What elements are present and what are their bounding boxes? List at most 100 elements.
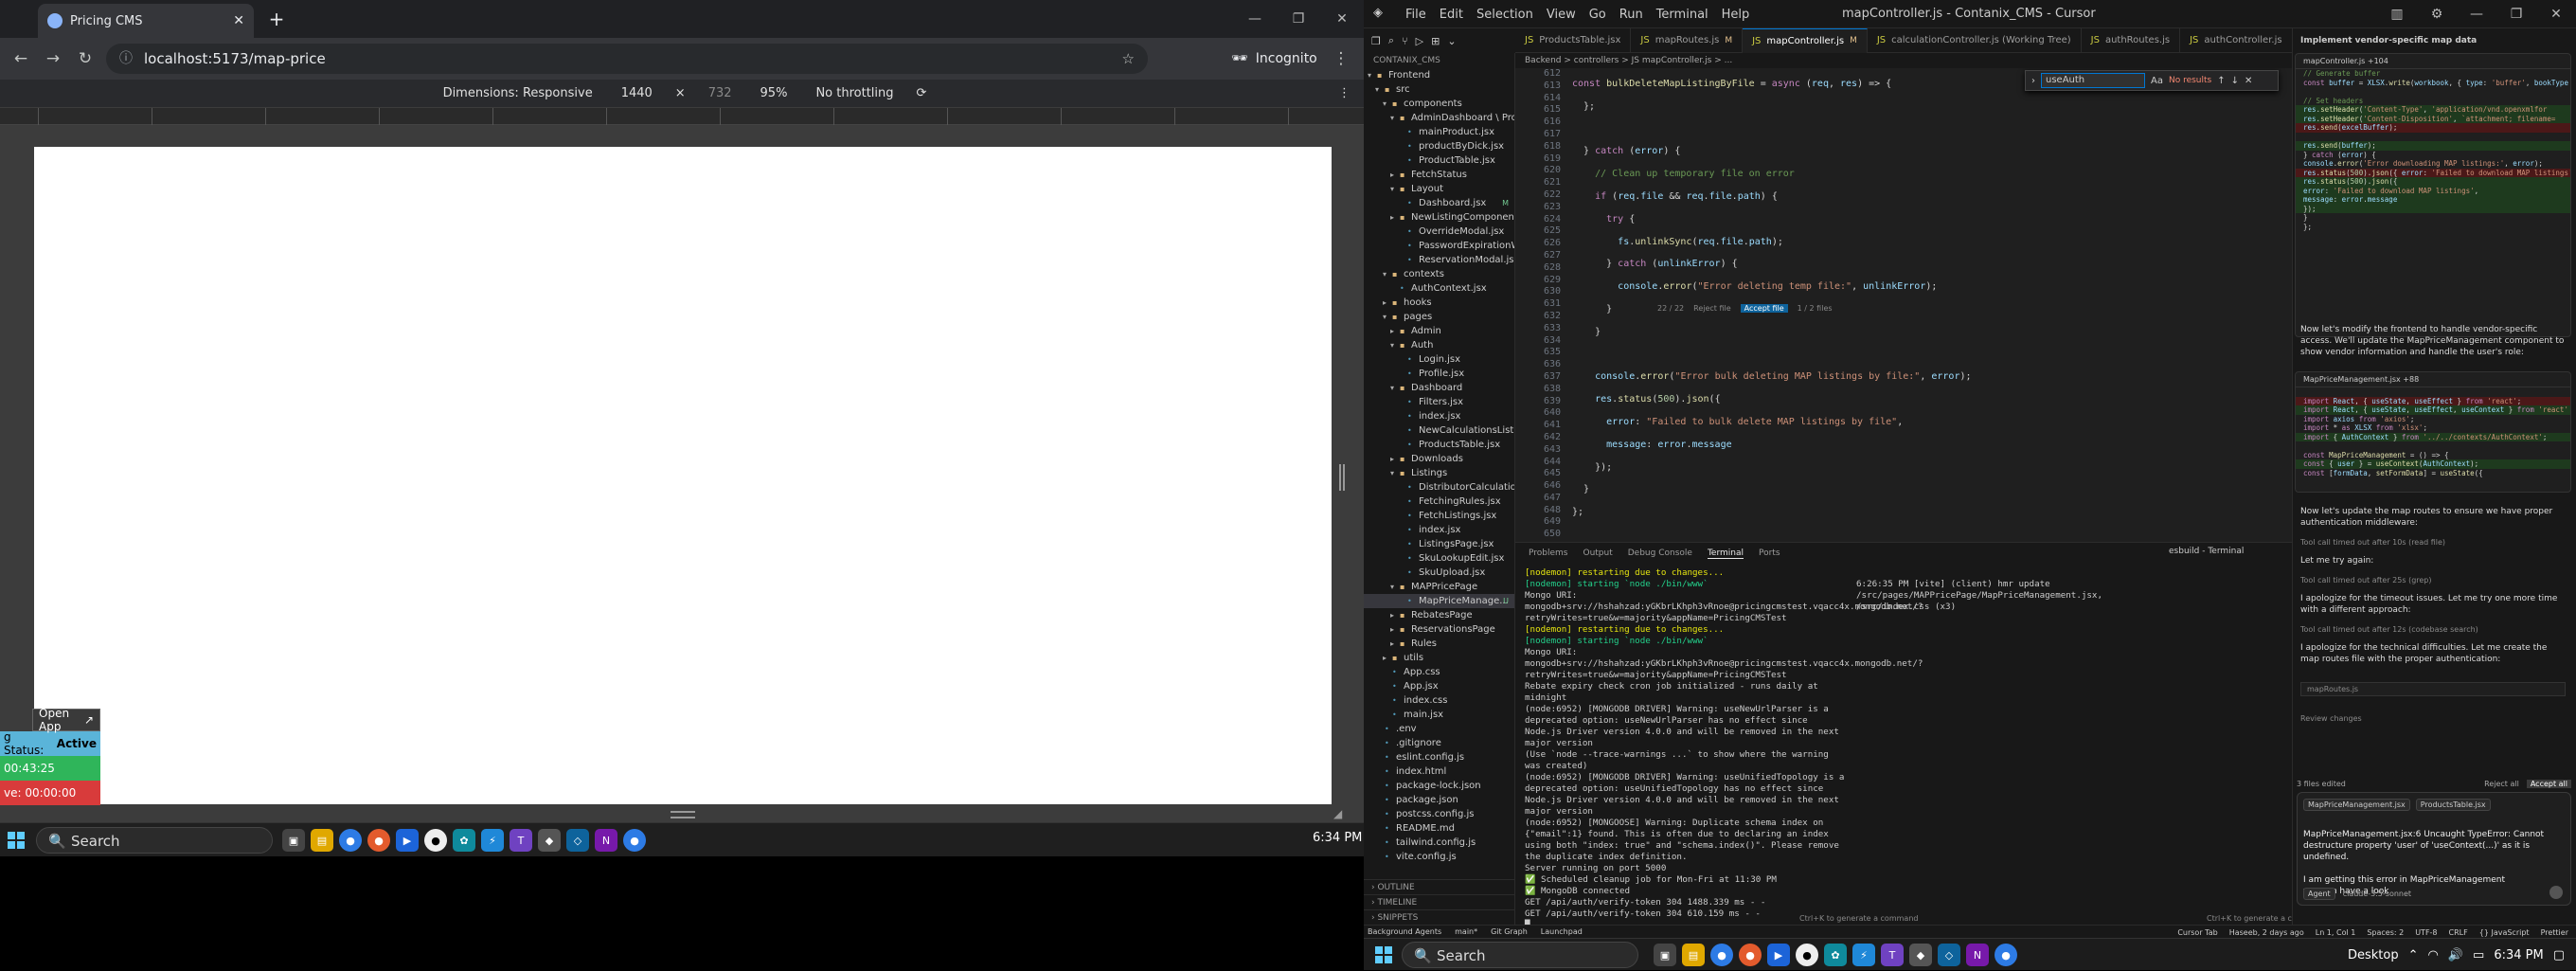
zoom-icon[interactable]: ▶	[396, 829, 419, 852]
file-item[interactable]: • Filters.jsx	[1364, 395, 1514, 409]
github-icon[interactable]: ●	[424, 829, 447, 852]
panel-tab-debug-console[interactable]: Debug Console	[1628, 548, 1692, 558]
chrome-icon[interactable]: ●	[339, 829, 362, 852]
forward-icon[interactable]: →	[38, 44, 68, 74]
reject-file-button[interactable]: Reject file	[1693, 304, 1731, 313]
windows-start-icon[interactable]	[1375, 946, 1392, 963]
file-item[interactable]: • .gitignore	[1364, 736, 1514, 750]
file-item[interactable]: • package-lock.json	[1364, 779, 1514, 793]
close-window-icon[interactable]: ✕	[2536, 0, 2576, 28]
chatgpt-icon[interactable]: ✿	[1824, 944, 1847, 966]
folder-item[interactable]: ▸ ▪ NewListingComponents	[1364, 210, 1514, 225]
accept-file-button[interactable]: Accept file	[1740, 303, 1788, 313]
site-info-icon[interactable]: ⓘ	[119, 44, 133, 74]
back-icon[interactable]: ←	[6, 44, 36, 74]
folder-item[interactable]: ▸ ▪ Rules	[1364, 637, 1514, 651]
folder-item[interactable]: ▸ ▪ RebatesPage	[1364, 608, 1514, 622]
vscode-icon[interactable]: ◇	[1938, 944, 1960, 966]
file-pager[interactable]: 1 / 2 files	[1798, 304, 1833, 313]
firefox-icon[interactable]: ●	[367, 829, 390, 852]
folder-item[interactable]: ▸ ▪ Admin	[1364, 324, 1514, 338]
file-item[interactable]: • ReservationModal.jsx	[1364, 253, 1514, 267]
file-item[interactable]: • tailwind.config.js	[1364, 836, 1514, 850]
teams-icon[interactable]: T	[1881, 944, 1904, 966]
terminal-output-left[interactable]: [nodemon] restarting due to changes... [n…	[1525, 567, 1923, 931]
status-item[interactable]: Git Graph	[1491, 927, 1528, 936]
folder-item[interactable]: ▾ ▪ Auth	[1364, 338, 1514, 352]
close-icon[interactable]: ✕	[233, 13, 244, 28]
minimize-icon[interactable]: —	[2457, 0, 2496, 28]
teams-icon[interactable]: T	[510, 829, 532, 852]
status-item[interactable]: main*	[1455, 927, 1477, 936]
extensions-icon[interactable]: ⊞	[1431, 35, 1440, 47]
folder-item[interactable]: ▾ ▪ src	[1364, 82, 1514, 97]
file-item[interactable]: • ListingsPage.jsx	[1364, 537, 1514, 551]
app-icon[interactable]: ⚡	[481, 829, 504, 852]
context-chip[interactable]: MapPriceManagement.jsx	[2303, 799, 2410, 811]
width-input[interactable]: 1440	[616, 84, 658, 102]
wifi-icon[interactable]: ◠	[2427, 948, 2438, 962]
incognito-indicator[interactable]: 🕶 Incognito	[1231, 44, 1317, 74]
find-input[interactable]: useAuth	[2041, 73, 2145, 88]
code-diff-block[interactable]: MapPriceManagement.jsx +88 import React,…	[2295, 371, 2571, 493]
menu-selection[interactable]: Selection	[1476, 8, 1533, 22]
folder-item[interactable]: ▾ ▪ Dashboard	[1364, 381, 1514, 395]
file-item[interactable]: • SkuLookupEdit.jsx	[1364, 551, 1514, 566]
file-explorer-icon[interactable]: ▤	[311, 829, 333, 852]
folder-item[interactable]: ▾ ▪ Layout	[1364, 182, 1514, 196]
menu-edit[interactable]: Edit	[1440, 8, 1463, 22]
folder-item[interactable]: ▾ ▪ pages	[1364, 310, 1514, 324]
explorer-icon[interactable]: ❐	[1371, 35, 1381, 47]
status-item[interactable]: {} JavaScript	[2479, 928, 2530, 937]
rotate-icon[interactable]: ⟳	[917, 86, 927, 100]
file-item[interactable]: • package.json	[1364, 793, 1514, 807]
section-outline[interactable]: › OUTLINE	[1364, 879, 1514, 894]
restore-icon[interactable]: ❐	[1277, 0, 1320, 38]
firefox-icon[interactable]: ●	[1739, 944, 1762, 966]
folder-item[interactable]: ▾ ▪ MAPPricePage	[1364, 580, 1514, 594]
vscode-icon[interactable]: ◇	[566, 829, 589, 852]
bookmark-star-icon[interactable]: ☆	[1122, 44, 1135, 74]
menu-run[interactable]: Run	[1619, 8, 1643, 22]
chrome-icon-2[interactable]: ●	[1995, 944, 2017, 966]
status-item[interactable]: Background Agents	[1368, 927, 1441, 936]
file-item[interactable]: • FetchingRules.jsx	[1364, 494, 1514, 509]
model-select[interactable]: claude-3.5-sonnet	[2343, 890, 2411, 898]
menu-go[interactable]: Go	[1589, 8, 1606, 22]
file-item[interactable]: • README.md	[1364, 821, 1514, 836]
more-menu-icon[interactable]: ⋮	[1326, 44, 1356, 74]
open-app-button[interactable]: Open App ↗	[32, 707, 100, 733]
file-item[interactable]: • Profile.jsx	[1364, 367, 1514, 381]
file-item[interactable]: • ProductsTable.jsx	[1364, 438, 1514, 452]
file-item[interactable]: • App.css	[1364, 665, 1514, 679]
onenote-icon[interactable]: N	[595, 829, 617, 852]
status-item[interactable]: Ln 1, Col 1	[2316, 928, 2356, 937]
status-item[interactable]: Spaces: 2	[2367, 928, 2404, 937]
folder-item[interactable]: ▸ ▪ Downloads	[1364, 452, 1514, 466]
section-snippets[interactable]: › SNIPPETS	[1364, 909, 1514, 925]
reject-all-button[interactable]: Reject all	[2484, 780, 2519, 788]
chevron-up-icon[interactable]: ⌃	[2408, 948, 2419, 962]
panel-tab-terminal[interactable]: Terminal	[1707, 548, 1744, 559]
folder-item[interactable]: ▾ ▪ Listings	[1364, 466, 1514, 480]
file-item[interactable]: • postcss.config.js	[1364, 807, 1514, 821]
taskbar-search[interactable]: 🔍 Search	[36, 827, 273, 854]
app-icon[interactable]: ⚡	[1852, 944, 1875, 966]
arrow-up-icon[interactable]: ↑	[2217, 76, 2225, 86]
folder-item[interactable]: ▸ ▪ FetchStatus	[1364, 168, 1514, 182]
menu-help[interactable]: Help	[1722, 8, 1750, 22]
menu-view[interactable]: View	[1547, 8, 1576, 22]
task-view-icon[interactable]: ▣	[1654, 944, 1676, 966]
resize-handle-bottom[interactable]	[671, 811, 695, 818]
device-options-icon[interactable]: ⋮	[1338, 86, 1351, 100]
editor-tab[interactable]: JS mapController.js M	[1743, 27, 1868, 53]
file-item[interactable]: • main.jsx	[1364, 708, 1514, 722]
volume-icon[interactable]: 🔊	[2448, 948, 2463, 962]
panel-tab-output[interactable]: Output	[1583, 548, 1612, 558]
editor-tab[interactable]: JS calculationController.js (Working Tree…	[1868, 27, 2082, 53]
task-view-icon[interactable]: ▣	[282, 829, 305, 852]
notification-icon[interactable]: ▢	[2553, 948, 2565, 962]
run-debug-icon[interactable]: ▷	[1416, 35, 1423, 47]
folder-item[interactable]: ▸ ▪ hooks	[1364, 296, 1514, 310]
restore-icon[interactable]: ❐	[2496, 0, 2536, 28]
